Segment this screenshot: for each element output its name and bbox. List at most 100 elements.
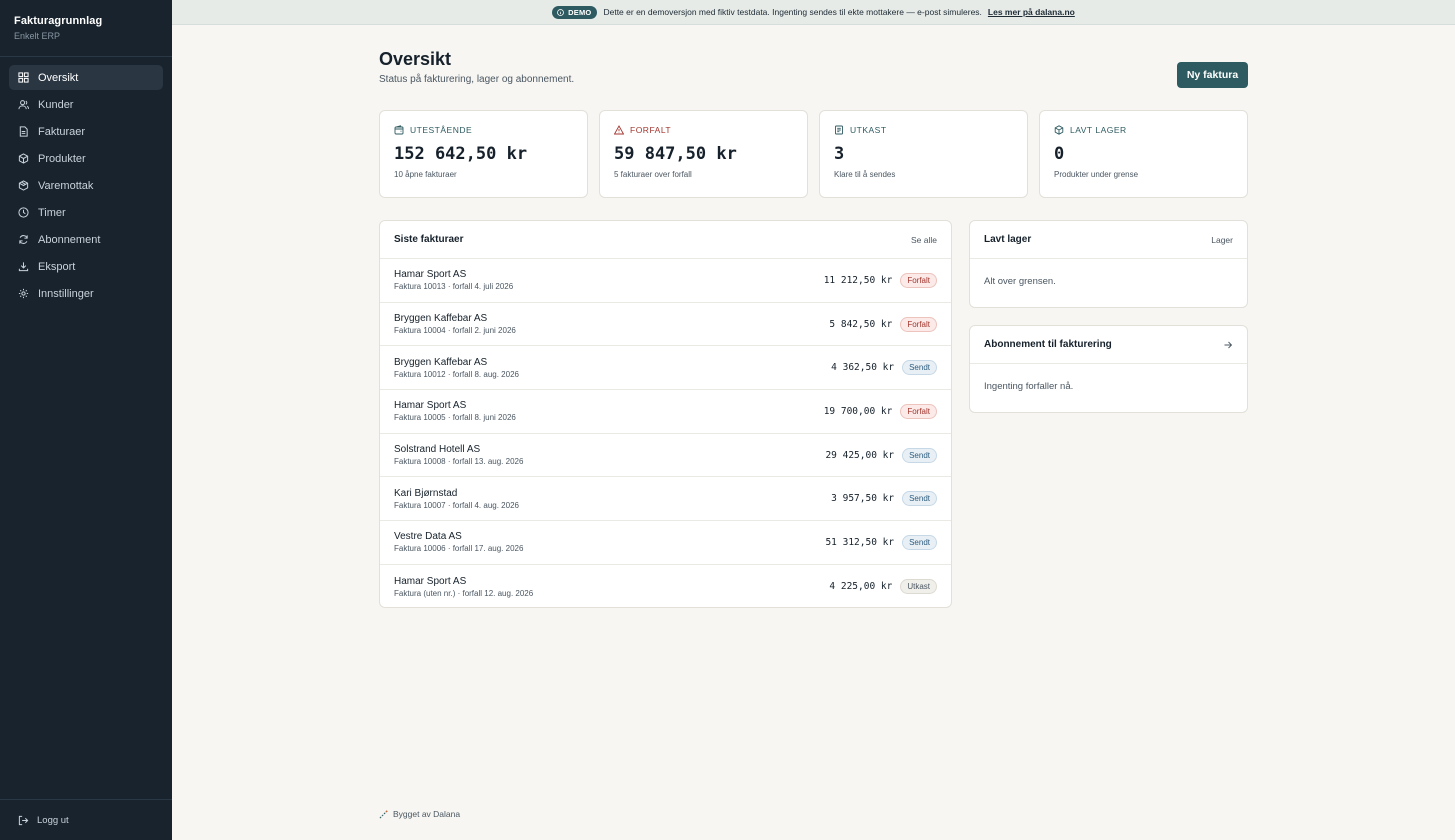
- app-title: Fakturagrunnlag: [14, 15, 103, 27]
- invoice-row[interactable]: Hamar Sport AS Faktura 10005 · forfall 8.…: [380, 390, 951, 434]
- invoice-row[interactable]: Bryggen Kaffebar AS Faktura 10012 · forfa…: [380, 346, 951, 391]
- sidebar-item-label: Kunder: [38, 98, 74, 111]
- new-invoice-button[interactable]: Ny faktura: [1177, 62, 1248, 88]
- stat-value: 59 847,50 kr: [614, 144, 737, 164]
- stat-note: 10 åpne fakturaer: [394, 170, 457, 179]
- status-badge: Sendt: [902, 491, 937, 507]
- card-header: Lavt lager Lager: [970, 221, 1247, 259]
- sidebar-item-label: Innstillinger: [38, 287, 94, 300]
- recent-invoices-card: Siste fakturaer Se alle Hamar Sport AS Fa…: [379, 220, 952, 608]
- invoice-customer: Hamar Sport AS: [394, 269, 467, 281]
- card-header: Abonnement til fakturering: [970, 326, 1247, 364]
- stat-label: LAVT LAGER: [1054, 125, 1233, 135]
- stat-card-low-stock: LAVT LAGER 0 Produkter under grense: [1039, 110, 1248, 198]
- sidebar-item-eksport[interactable]: Eksport: [9, 254, 163, 279]
- download-icon: [18, 262, 29, 272]
- status-badge: Forfalt: [900, 272, 937, 288]
- page-title: Oversikt: [379, 49, 452, 69]
- stat-label-text: FORFALT: [630, 125, 672, 135]
- invoice-amount: 4 362,50 kr: [831, 362, 895, 374]
- logout-button[interactable]: Logg ut: [0, 799, 172, 840]
- demo-badge: DEMO: [552, 5, 598, 19]
- box-icon: [1054, 125, 1064, 135]
- sidebar-item-kunder[interactable]: Kunder: [9, 92, 163, 117]
- footer-text[interactable]: Bygget av Dalana: [393, 809, 460, 819]
- invoice-customer: Bryggen Kaffebar AS: [394, 356, 488, 368]
- sidebar-item-label: Timer: [38, 206, 66, 219]
- sidebar-item-label: Abonnement: [38, 233, 101, 246]
- invoice-row[interactable]: Hamar Sport AS Faktura 10013 · forfall 4.…: [380, 259, 951, 303]
- logout-icon: [18, 815, 29, 825]
- stat-label-text: LAVT LAGER: [1070, 125, 1127, 135]
- warning-icon: [614, 125, 624, 135]
- info-icon: [557, 8, 565, 16]
- stat-label-text: UTKAST: [850, 125, 887, 135]
- invoice-amount: 3 957,50 kr: [831, 493, 895, 505]
- app-subtitle: Enkelt ERP: [14, 31, 61, 41]
- sidebar-item-produkter[interactable]: Produkter: [9, 146, 163, 171]
- empty-state: Ingenting forfaller nå.: [984, 381, 1074, 392]
- sidebar-item-label: Varemottak: [38, 179, 94, 192]
- demo-badge-label: DEMO: [568, 7, 592, 17]
- invoice-customer: Vestre Data AS: [394, 531, 462, 543]
- sidebar-item-varemottak[interactable]: Varemottak: [9, 173, 163, 198]
- status-badge: Sendt: [902, 447, 937, 463]
- invoice-row[interactable]: Vestre Data AS Faktura 10006 · forfall 17…: [380, 521, 951, 565]
- invoice-amount: 5 842,50 kr: [829, 318, 893, 330]
- stat-value: 0: [1054, 144, 1065, 164]
- stat-value: 3: [834, 144, 845, 164]
- invoice-row[interactable]: Bryggen Kaffebar AS Faktura 10004 · forfa…: [380, 303, 951, 347]
- sidebar-item-abonnement[interactable]: Abonnement: [9, 227, 163, 252]
- sidebar-nav: Oversikt Kunder Fakturaer Produkter Vare…: [0, 57, 172, 306]
- status-badge: Utkast: [900, 579, 937, 595]
- stat-card-drafts: UTKAST 3 Klare til å sendes: [819, 110, 1028, 198]
- stat-note: Klare til å sendes: [834, 170, 896, 179]
- clock-icon: [18, 207, 29, 218]
- sidebar: Fakturagrunnlag Enkelt ERP Oversikt Kund…: [0, 0, 172, 840]
- invoice-amount: 19 700,00 kr: [823, 405, 893, 417]
- low-stock-card: Lavt lager Lager Alt over grensen.: [969, 220, 1248, 308]
- stat-label: UTESTÅENDE: [394, 125, 573, 135]
- arrow-right-icon[interactable]: [1223, 340, 1233, 350]
- sidebar-item-timer[interactable]: Timer: [9, 200, 163, 225]
- invoice-row[interactable]: Solstrand Hotell AS Faktura 10008 · forfa…: [380, 434, 951, 478]
- brand: Fakturagrunnlag Enkelt ERP: [0, 0, 172, 57]
- status-badge: Forfalt: [900, 403, 937, 419]
- stat-label: FORFALT: [614, 125, 793, 135]
- dalana-logo-icon: [379, 809, 388, 818]
- file-icon: [19, 126, 28, 137]
- stat-card-overdue: FORFALT 59 847,50 kr 5 fakturaer over fo…: [599, 110, 808, 198]
- refresh-icon: [19, 235, 28, 244]
- sidebar-item-label: Produkter: [38, 152, 86, 165]
- sidebar-item-label: Oversikt: [38, 71, 79, 84]
- draft-icon: [835, 125, 843, 135]
- invoice-amount: 51 312,50 kr: [825, 536, 895, 548]
- invoice-row[interactable]: Hamar Sport AS Faktura (uten nr.) · forfa…: [380, 565, 951, 607]
- invoice-customer: Hamar Sport AS: [394, 575, 467, 587]
- wallet-icon: [394, 125, 404, 135]
- stock-link[interactable]: Lager: [1211, 235, 1233, 245]
- footer: Bygget av Dalana: [379, 809, 460, 819]
- sidebar-item-label: Fakturaer: [38, 125, 86, 138]
- invoice-meta: Faktura 10008 · forfall 13. aug. 2026: [394, 457, 524, 467]
- invoice-customer: Kari Bjørnstad: [394, 487, 458, 499]
- see-all-link[interactable]: Se alle: [911, 235, 937, 245]
- invoice-amount: 29 425,00 kr: [825, 449, 895, 461]
- invoice-customer: Solstrand Hotell AS: [394, 444, 481, 456]
- sidebar-item-fakturaer[interactable]: Fakturaer: [9, 119, 163, 144]
- card-title: Abonnement til fakturering: [984, 339, 1112, 350]
- stat-value: 152 642,50 kr: [394, 144, 528, 164]
- invoice-list: Hamar Sport AS Faktura 10013 · forfall 4.…: [380, 259, 951, 607]
- invoice-meta: Faktura 10012 · forfall 8. aug. 2026: [394, 369, 519, 379]
- sidebar-item-oversikt[interactable]: Oversikt: [9, 65, 163, 90]
- banner-link[interactable]: Les mer på dalana.no: [988, 7, 1075, 17]
- invoice-meta: Faktura 10013 · forfall 4. juli 2026: [394, 282, 514, 292]
- card-title: Siste fakturaer: [394, 234, 464, 245]
- sidebar-item-innstillinger[interactable]: Innstillinger: [9, 281, 163, 306]
- stat-label-text: UTESTÅENDE: [410, 125, 473, 135]
- invoice-row[interactable]: Kari Bjørnstad Faktura 10007 · forfall 4.…: [380, 477, 951, 522]
- box-icon: [18, 153, 29, 164]
- grid-icon: [18, 72, 29, 83]
- card-title: Lavt lager: [984, 234, 1032, 245]
- demo-banner: DEMO Dette er en demoversjon med fiktiv …: [172, 0, 1455, 25]
